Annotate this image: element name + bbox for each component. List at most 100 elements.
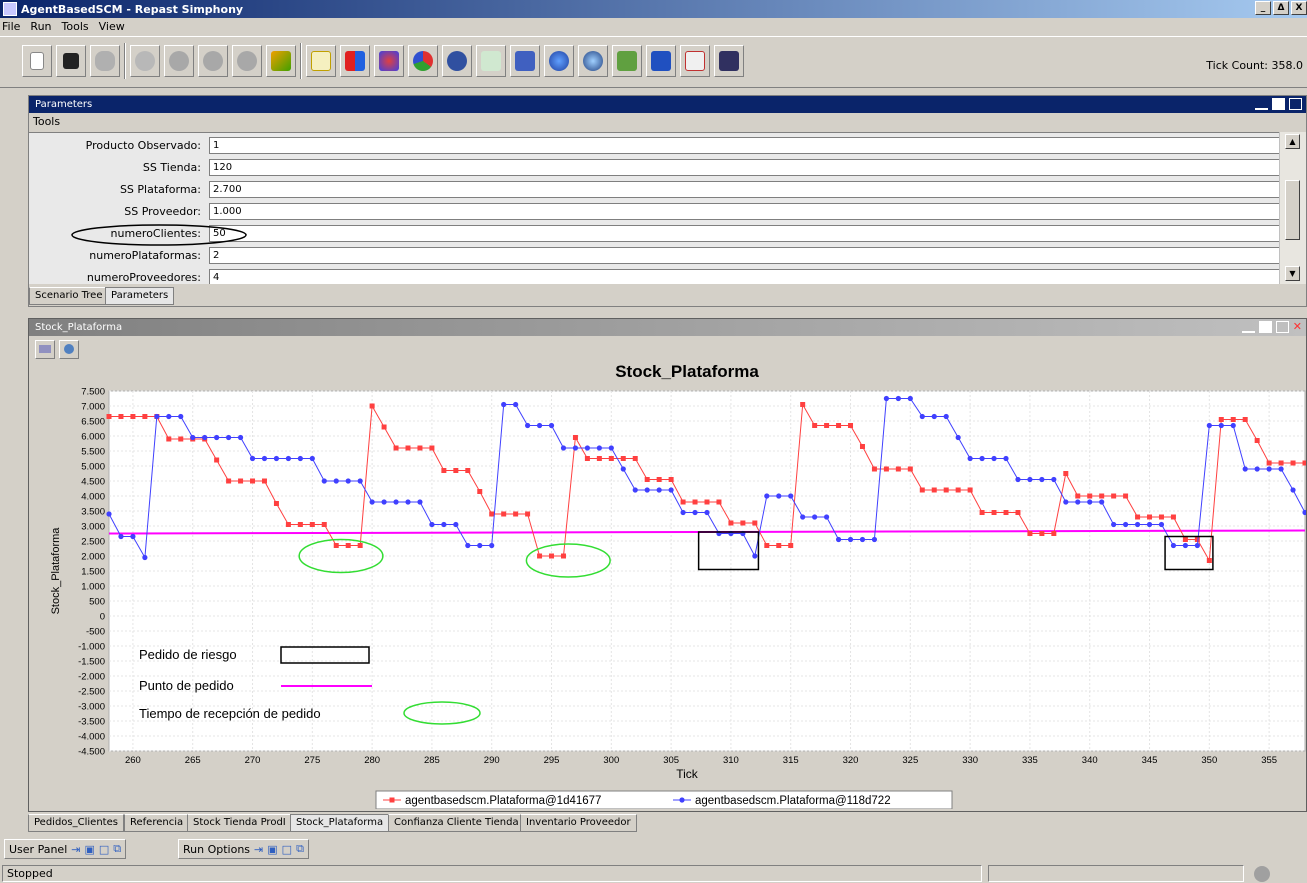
network-button[interactable] [544,45,574,77]
step-button[interactable] [198,45,228,77]
reset-button[interactable] [266,45,296,77]
detach-icon[interactable]: ⧉ [113,842,121,856]
save-button[interactable] [56,45,86,77]
tab-stock-tienda[interactable]: Stock Tienda ProdI [187,814,292,832]
data-point [656,477,662,482]
window-title-bar[interactable]: AgentBasedSCM - Repast Simphony _ Δ X [0,0,1307,18]
pin-icon[interactable]: ⇥ [254,843,263,856]
y-tick-label: 2.000 [81,552,105,563]
parameters-menu-tools[interactable]: Tools [29,113,1306,130]
data-point [465,542,471,549]
scroll-thumb[interactable] [1285,180,1300,240]
run-options-button[interactable]: Run Options ⇥ ▣ □ ⧉ [178,839,309,859]
agents-button[interactable] [374,45,404,77]
histogram-button[interactable] [340,45,370,77]
numero-plataformas-input[interactable] [209,247,1297,264]
close-button[interactable]: X [1291,1,1307,15]
tab-confianza-cliente[interactable]: Confianza Cliente Tienda [388,814,525,832]
tab-pedidos-clientes[interactable]: Pedidos_Clientes [28,814,124,832]
tile-icon[interactable]: ▣ [267,843,277,856]
pie-button[interactable] [408,45,438,77]
grid-button[interactable] [612,45,642,77]
stats-button[interactable] [646,45,676,77]
param-label: SS Plataforma: [119,183,201,196]
stop-button[interactable] [232,45,262,77]
parameters-title: Parameters [35,99,93,110]
numero-clientes-input[interactable] [209,225,1297,242]
tab-inventario-proveedor[interactable]: Inventario Proveedor [520,814,637,832]
tab-scenario-tree[interactable]: Scenario Tree [29,287,109,305]
frame-minimize-button[interactable] [1255,102,1268,110]
frame-maximize-button[interactable] [1272,98,1285,110]
chart-button[interactable] [306,45,336,77]
maximize-button[interactable]: Δ [1273,1,1289,15]
data-point [1302,460,1306,466]
data-point [584,445,591,451]
parameters-title-bar[interactable]: Parameters [29,96,1306,113]
y-tick-label: 5.000 [81,462,105,473]
data-point [1087,499,1093,505]
data-button[interactable] [442,45,472,77]
properties-button[interactable] [59,340,79,359]
database-button[interactable] [90,45,120,77]
data-point [118,533,124,540]
start-button[interactable] [164,45,194,77]
chart-maximize-button[interactable] [1258,321,1272,333]
scroll-down-button[interactable]: ▼ [1285,266,1300,281]
menu-run[interactable]: Run [30,20,51,33]
data-point [489,542,495,549]
data-point [1182,537,1188,542]
chart-restore-button[interactable] [1275,321,1289,333]
scroll-up-button[interactable]: ▲ [1285,134,1300,149]
data-point [405,445,411,451]
distributed-button[interactable] [578,45,608,77]
numero-proveedores-input[interactable] [209,269,1297,284]
y-tick-label: 4.000 [81,492,105,503]
minimize-button[interactable]: _ [1255,1,1271,15]
status-indicator-icon [1254,866,1270,882]
data-point [1278,460,1284,466]
data-point [297,522,303,527]
producto-observado-input[interactable] [209,137,1297,154]
data-point [489,511,495,517]
annotation-legend-label: Pedido de riesgo [139,647,237,662]
data-point [931,413,937,420]
pin-icon[interactable]: ⇥ [71,843,80,856]
window-icon[interactable]: □ [282,843,292,856]
database-blue-icon [447,51,467,71]
detach-icon[interactable]: ⧉ [296,842,304,856]
tile-icon[interactable]: ▣ [84,843,94,856]
frame-restore-button[interactable] [1289,98,1302,110]
data-point [309,522,315,527]
menu-file[interactable]: File [2,20,20,33]
tab-referencia[interactable]: Referencia [124,814,190,832]
data-point [1218,422,1224,429]
tab-parameters[interactable]: Parameters [105,287,175,305]
tab-stock-plataforma[interactable]: Stock_Plataforma [290,814,390,832]
view-button[interactable] [510,45,540,77]
ss-tienda-input[interactable] [209,159,1297,176]
data-point [824,423,830,428]
user-panel-button[interactable]: User Panel ⇥ ▣ □ ⧉ [4,839,127,859]
output-button[interactable] [476,45,506,77]
window-icon[interactable]: □ [99,843,109,856]
export-button[interactable] [35,340,55,359]
chart-close-icon[interactable]: ✕ [1293,321,1302,333]
x-tick-label: 275 [304,755,320,766]
menu-tools[interactable]: Tools [62,20,89,33]
x-tick-label: 270 [245,755,261,766]
chart-minimize-button[interactable] [1241,325,1255,333]
batch-button[interactable] [714,45,744,77]
chart-title-bar[interactable]: Stock_Plataforma ✕ [29,319,1306,336]
menu-view[interactable]: View [99,20,125,33]
ss-proveedor-input[interactable] [209,203,1297,220]
floppy-icon [63,53,79,69]
report-button[interactable] [680,45,710,77]
data-point [919,413,925,420]
init-button[interactable] [130,45,160,77]
ss-plataforma-input[interactable] [209,181,1297,198]
parameters-scrollbar[interactable]: ▲ ▼ [1279,132,1306,284]
data-point [800,514,806,520]
new-scenario-button[interactable] [22,45,52,77]
param-row: SS Tienda: [29,157,1297,179]
